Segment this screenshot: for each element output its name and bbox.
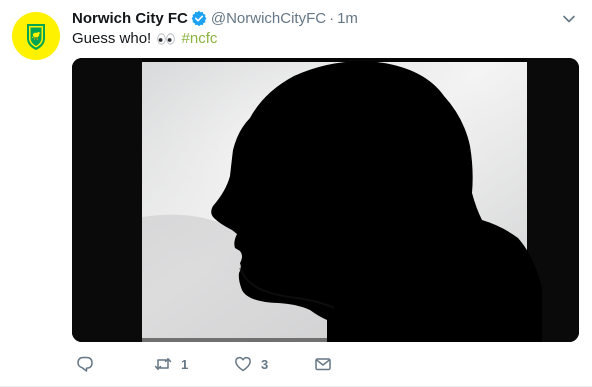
retweet-button[interactable]: 1 (154, 352, 188, 376)
envelope-icon (315, 358, 331, 371)
reply-button[interactable] (76, 352, 103, 376)
heart-icon (235, 356, 251, 372)
chevron-down-icon[interactable] (562, 12, 576, 26)
like-button[interactable]: 3 (234, 352, 268, 376)
tweet-media-photo[interactable] (72, 58, 579, 342)
separator-dot: · (329, 10, 335, 27)
display-name[interactable]: Norwich City FC (72, 10, 188, 27)
tweet-timestamp[interactable]: 1m (337, 10, 358, 27)
retweet-icon (154, 358, 172, 370)
verified-badge-icon (191, 10, 207, 26)
norwich-crest-icon (12, 12, 60, 60)
like-count: 3 (261, 356, 269, 372)
reply-icon (77, 356, 93, 372)
direct-message-button[interactable] (314, 352, 332, 376)
retweet-count: 1 (181, 356, 189, 372)
avatar[interactable] (12, 12, 60, 60)
tweet-actions-bar: 1 3 (72, 352, 472, 376)
silhouette-photo-image (72, 58, 579, 342)
tweet-text: Guess who! #ncfc (72, 29, 217, 49)
tweet-header: Norwich City FC @NorwichCityFC · 1m (72, 9, 552, 29)
hashtag-link[interactable]: #ncfc (182, 30, 218, 47)
tweet-text-body: Guess who! (72, 30, 156, 47)
account-handle[interactable]: @NorwichCityFC (211, 10, 326, 27)
eyes-emoji-icon (157, 33, 176, 45)
tweet-card[interactable]: Norwich City FC @NorwichCityFC · 1m Guess … (0, 0, 592, 387)
